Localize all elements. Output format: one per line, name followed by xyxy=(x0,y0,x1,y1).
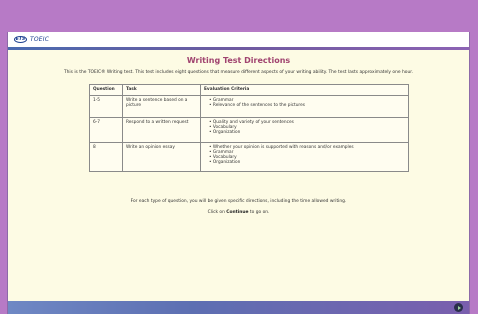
test-window: ETS TOEIC Writing Test Directions This i… xyxy=(7,32,470,314)
continue-button[interactable] xyxy=(454,303,463,312)
criteria-cell: Quality and variety of your sentences Vo… xyxy=(200,117,409,143)
table-row: 1-5 Write a sentence based on a picture … xyxy=(89,95,409,118)
column-header-criteria: Evaluation Criteria xyxy=(200,84,409,96)
continue-instruction: Click on Continue to go on. xyxy=(8,210,469,215)
criteria-item: Organization xyxy=(209,160,405,165)
continue-instruction-suffix: to go on. xyxy=(248,210,270,215)
task-cell: Write a sentence based on a picture xyxy=(122,95,201,118)
continue-keyword: Continue xyxy=(226,210,249,215)
intro-text: This is the TOEIC® Writing test. This te… xyxy=(63,70,414,75)
evaluation-table: Question Task Evaluation Criteria 1-5 Wr… xyxy=(89,84,409,172)
column-header-question: Question xyxy=(89,84,123,96)
page-title: Writing Test Directions xyxy=(186,56,291,65)
continue-instruction-prefix: Click on xyxy=(207,210,227,215)
criteria-cell: Whether your opinion is supported with r… xyxy=(200,142,409,172)
criteria-item: Relevance of the sentences to the pictur… xyxy=(209,103,405,108)
toeic-wordmark: TOEIC xyxy=(30,36,50,43)
task-cell: Write an opinion essay xyxy=(122,142,201,172)
ets-logo-icon: ETS xyxy=(14,36,27,43)
column-header-task: Task xyxy=(122,84,201,96)
table-header-row: Question Task Evaluation Criteria xyxy=(89,84,409,96)
header: ETS TOEIC xyxy=(8,32,469,48)
question-cell: 1-5 xyxy=(89,95,123,118)
header-divider-bar xyxy=(8,47,469,50)
criteria-item: Organization xyxy=(209,130,405,135)
criteria-cell: Grammar Relevance of the sentences to th… xyxy=(200,95,409,118)
footer-bar xyxy=(8,301,469,314)
question-cell: 6-7 xyxy=(89,117,123,143)
directions-note: For each type of question, you will be g… xyxy=(130,199,347,204)
toeic-logo: ETS TOEIC xyxy=(14,35,49,44)
task-cell: Respond to a written request xyxy=(122,117,201,143)
question-cell: 8 xyxy=(89,142,123,172)
table-row: 6-7 Respond to a written request Quality… xyxy=(89,117,409,143)
table-row: 8 Write an opinion essay Whether your op… xyxy=(89,142,409,172)
